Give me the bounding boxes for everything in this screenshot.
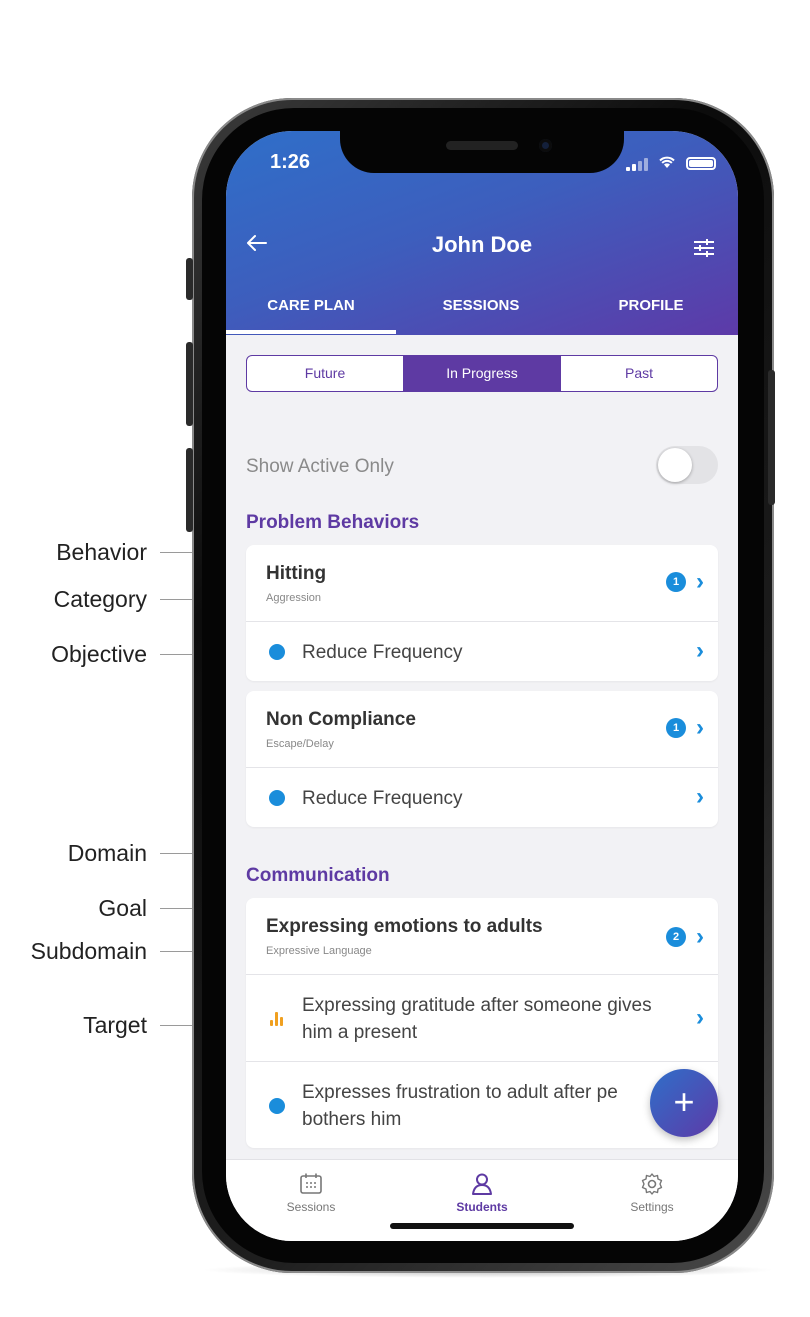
status-time: 1:26: [270, 151, 311, 173]
dot-icon: [269, 644, 285, 660]
volume-up-button: [186, 342, 193, 426]
show-active-toggle[interactable]: [656, 446, 718, 484]
count-badge: 1: [666, 572, 686, 592]
volume-down-button: [186, 448, 193, 532]
sliders-icon[interactable]: [694, 239, 714, 257]
camera: [539, 139, 552, 152]
annotation-behavior: Behavior: [56, 539, 147, 565]
show-active-label: Show Active Only: [246, 456, 394, 477]
section-problem-behaviors: Problem Behaviors: [246, 512, 420, 533]
target-text-line1: Expresses frustration to adult after pe: [302, 1082, 618, 1103]
annotation-category: Category: [53, 586, 147, 612]
app-screen: 1:26 John Doe CARE PLAN SESSIONS PROFILE…: [226, 131, 738, 1241]
dot-icon: [269, 1098, 285, 1114]
section-communication: Communication: [246, 865, 390, 886]
nav-label: Sessions: [286, 1200, 336, 1214]
tab-care-plan[interactable]: CARE PLAN: [226, 297, 396, 314]
signal-bar: [638, 161, 642, 171]
tab-sessions[interactable]: SESSIONS: [396, 297, 566, 314]
notch: [340, 131, 624, 173]
chevron-right-icon: ›: [696, 1004, 704, 1031]
calendar-icon: [300, 1173, 322, 1194]
home-indicator[interactable]: [390, 1223, 574, 1229]
behavior-title: Non Compliance: [266, 709, 416, 730]
active-tab-indicator: [226, 330, 396, 334]
nav-students[interactable]: Students: [397, 1172, 567, 1214]
behavior-title: Hitting: [266, 563, 327, 584]
bar-chart-icon: [270, 1012, 286, 1026]
status-segmented-control: Future In Progress Past: [246, 355, 718, 392]
annotation-domain: Domain: [67, 840, 147, 866]
objective-row[interactable]: Reduce Frequency ›: [246, 767, 718, 827]
chevron-right-icon: ›: [696, 783, 704, 810]
nav-label: Settings: [630, 1200, 674, 1214]
goal-title: Expressing emotions to adults: [266, 916, 543, 937]
signal-bar: [626, 167, 630, 171]
annotation-target: Target: [83, 1012, 147, 1038]
segment-past[interactable]: Past: [560, 356, 717, 391]
segment-future[interactable]: Future: [247, 356, 403, 391]
target-row[interactable]: Expresses frustration to adult after pe …: [246, 1061, 718, 1148]
signal-bar: [632, 164, 636, 171]
nav-sessions[interactable]: Sessions: [226, 1172, 396, 1214]
person-icon: [472, 1173, 492, 1195]
target-text-line1: Expressing gratitude after someone gives: [302, 995, 652, 1016]
goal-subdomain: Expressive Language: [266, 945, 372, 957]
mute-switch: [186, 258, 193, 300]
page-title: John Doe: [431, 232, 533, 257]
power-button: [768, 370, 775, 505]
nav-settings[interactable]: Settings: [567, 1172, 737, 1214]
objective-text: Reduce Frequency: [302, 788, 463, 809]
target-row[interactable]: Expressing gratitude after someone gives…: [246, 974, 718, 1061]
app-header: 1:26 John Doe CARE PLAN SESSIONS PROFILE: [226, 131, 738, 335]
battery-icon: [686, 157, 716, 170]
objective-row[interactable]: Reduce Frequency ›: [246, 621, 718, 681]
count-badge: 1: [666, 718, 686, 738]
behavior-category: Escape/Delay: [266, 738, 334, 750]
count-badge: 2: [666, 927, 686, 947]
segment-in-progress[interactable]: In Progress: [403, 356, 560, 391]
annotation-subdomain: Subdomain: [30, 938, 147, 964]
behavior-row[interactable]: Non Compliance Escape/Delay 1 ›: [246, 691, 718, 767]
target-text-line2: him a present: [302, 1022, 418, 1043]
tab-profile[interactable]: PROFILE: [566, 297, 736, 314]
nav-label: Students: [456, 1200, 508, 1214]
chevron-right-icon: ›: [696, 637, 704, 664]
annotation-goal: Goal: [98, 895, 147, 921]
annotation-objective: Objective: [51, 641, 147, 667]
behavior-card: Hitting Aggression 1 › Reduce Frequency …: [246, 545, 718, 681]
add-button[interactable]: +: [650, 1069, 718, 1137]
behavior-row[interactable]: Hitting Aggression 1 ›: [246, 545, 718, 621]
behavior-category: Aggression: [266, 592, 322, 604]
behavior-card: Non Compliance Escape/Delay 1 › Reduce F…: [246, 691, 718, 827]
target-text-line2: bothers him: [302, 1109, 402, 1130]
objective-text: Reduce Frequency: [302, 642, 463, 663]
gear-icon: [641, 1173, 663, 1195]
chevron-right-icon: ›: [696, 568, 704, 595]
goal-card: Expressing emotions to adults Expressive…: [246, 898, 718, 1148]
wifi-icon: [658, 155, 676, 173]
chevron-right-icon: ›: [696, 714, 704, 741]
speaker: [446, 141, 518, 150]
chevron-right-icon: ›: [696, 923, 704, 950]
status-icons: [626, 155, 716, 173]
goal-row[interactable]: Expressing emotions to adults Expressive…: [246, 898, 718, 974]
signal-bar: [644, 158, 648, 171]
dot-icon: [269, 790, 285, 806]
